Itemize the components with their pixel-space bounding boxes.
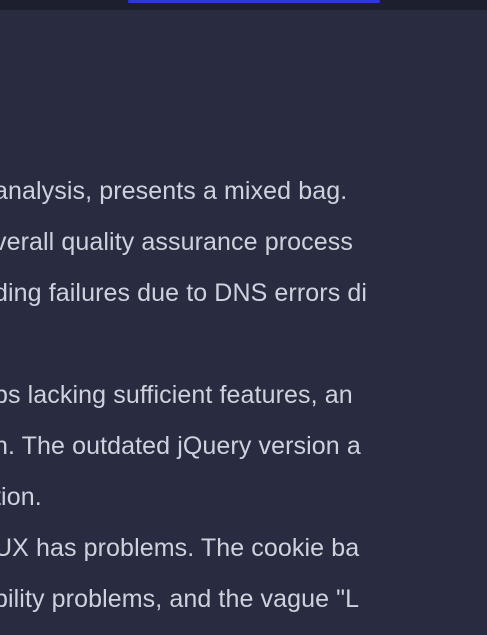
report-text: analysis, presents a mixed bag. verall q… (0, 166, 487, 625)
paragraph-1: analysis, presents a mixed bag. verall q… (0, 166, 487, 319)
paragraph-3: UX has problems. The cookie ba bility pr… (0, 523, 487, 625)
paragraph-2: ps lacking sufficient features, an n. Th… (0, 370, 487, 523)
text-line: n. The outdated jQuery version a (0, 432, 361, 460)
text-line: ps lacking sufficient features, an (0, 381, 353, 409)
text-line: ding failures due to DNS errors di (0, 279, 368, 307)
top-bar (0, 0, 487, 10)
text-line: analysis, presents a mixed bag. (0, 177, 348, 205)
top-link-underline[interactable] (128, 0, 380, 3)
text-line: UX has problems. The cookie ba (0, 534, 360, 562)
report-viewer: analysis, presents a mixed bag. verall q… (0, 0, 487, 635)
text-line: verall quality assurance process (0, 228, 353, 256)
text-line: bility problems, and the vague "L (0, 585, 360, 613)
text-line: tion. (0, 483, 42, 511)
